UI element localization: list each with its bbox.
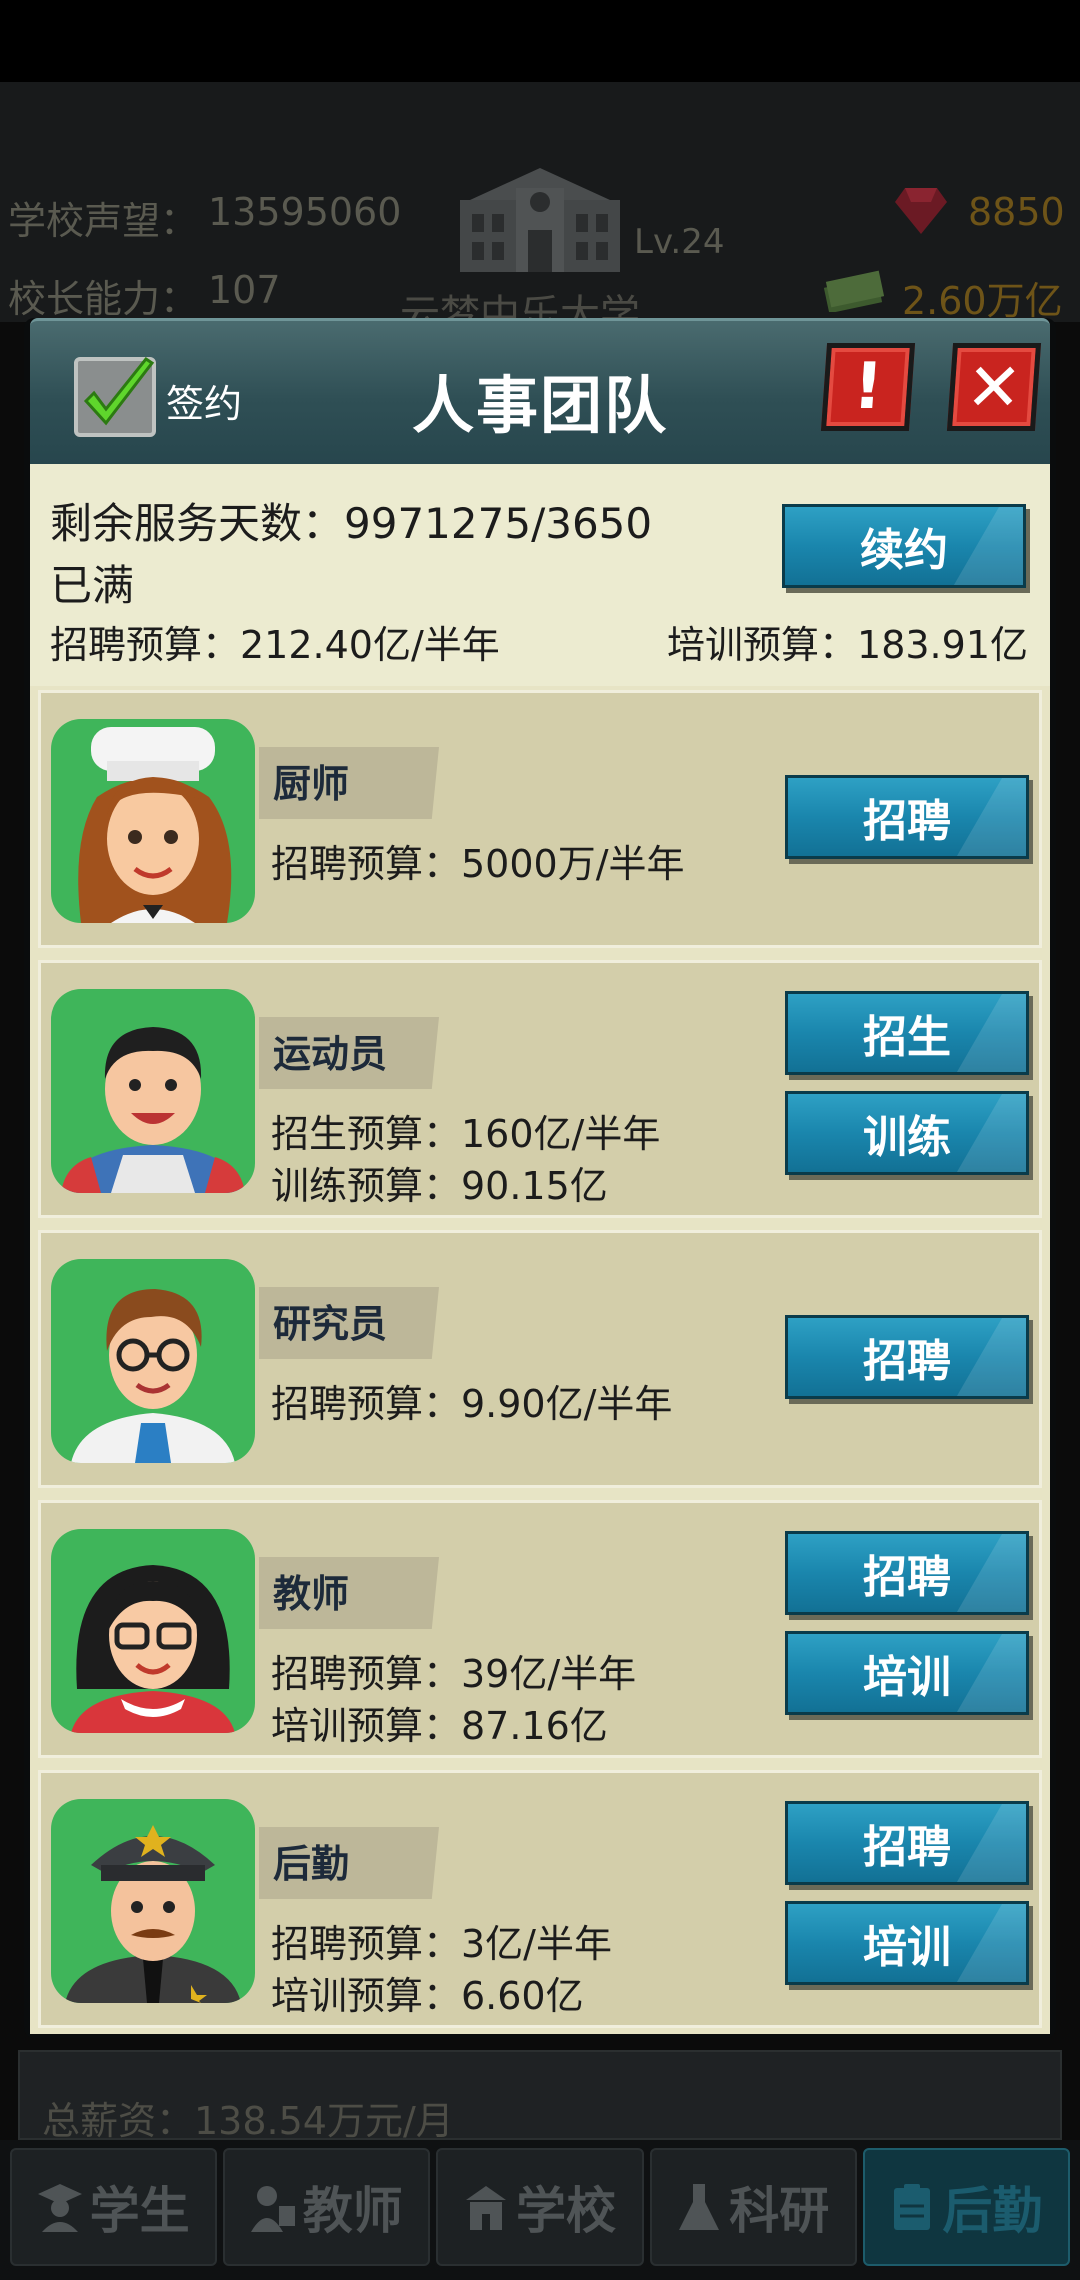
- info-button[interactable]: !: [820, 343, 916, 431]
- reputation-label: 学校声望：: [8, 199, 199, 243]
- researcher-recruit-button[interactable]: 招聘: [785, 1315, 1029, 1399]
- role-budget-line1: 招聘预算：3亿/半年: [271, 1922, 612, 1966]
- remaining-days-label: 剩余服务天数：: [50, 499, 345, 548]
- nav-tab-label: 学生: [89, 2182, 190, 2240]
- service-summary: 剩余服务天数：9971275/3650 已满 续约 招聘预算：212.40亿/半…: [30, 464, 1050, 686]
- close-icon: ✕: [963, 348, 1025, 426]
- close-button[interactable]: ✕: [946, 343, 1042, 431]
- nav-tab-teacher[interactable]: 教师: [223, 2148, 431, 2266]
- nav-tab-label: 科研: [729, 2182, 830, 2240]
- dialog-header: 签约 人事团队 ! ✕: [30, 318, 1050, 464]
- nav-tab-label: 教师: [302, 2182, 403, 2240]
- chef-avatar: [51, 719, 255, 923]
- role-budget-line1: 招生预算：160亿/半年: [271, 1112, 661, 1156]
- gem-icon: [895, 188, 947, 234]
- logistics-train-button[interactable]: 培训: [785, 1901, 1029, 1985]
- money-count: 2.60万亿: [902, 279, 1063, 323]
- logistics-avatar: [51, 1799, 255, 2003]
- status-bar: [0, 0, 1080, 82]
- researcher-avatar: [51, 1259, 255, 1463]
- service-status: 已满: [50, 561, 135, 610]
- salary-panel: 总薪资：138.54万元/月: [18, 2050, 1062, 2143]
- role-name: 研究员: [273, 1302, 388, 1346]
- role-budget-line1: 招聘预算：5000万/半年: [271, 842, 685, 886]
- teacher-avatar: [51, 1529, 255, 1733]
- teacher-portrait-icon: [71, 1565, 235, 1733]
- athlete-portrait-icon: [61, 1027, 245, 1193]
- total-training-budget: 培训预算：183.91亿: [667, 623, 1028, 667]
- chef-recruit-button[interactable]: 招聘: [785, 775, 1029, 859]
- guard-portrait-icon: [65, 1825, 241, 2003]
- athlete-avatar: [51, 989, 255, 1193]
- exclamation-icon: !: [850, 350, 886, 424]
- ability-label: 校长能力：: [8, 277, 199, 321]
- total-recruit-budget: 招聘预算：212.40亿/半年: [50, 623, 500, 667]
- nav-tab-label: 后勤: [942, 2182, 1043, 2240]
- role-name: 厨师: [273, 762, 350, 806]
- money-icon: [823, 270, 884, 312]
- school-level: Lv.24: [634, 222, 725, 262]
- clipboard-icon: [894, 2184, 931, 2230]
- student-icon: [37, 2184, 82, 2232]
- role-card-teacher: 教师 招聘预算：39亿/半年 培训预算：87.16亿 招聘 培训: [38, 1500, 1042, 1758]
- teacher-train-button[interactable]: 培训: [785, 1631, 1029, 1715]
- remaining-days: 剩余服务天数：9971275/3650: [50, 490, 652, 551]
- logistics-recruit-button[interactable]: 招聘: [785, 1801, 1029, 1885]
- athlete-enroll-button[interactable]: 招生: [785, 991, 1029, 1075]
- role-card-athlete: 运动员 招生预算：160亿/半年 训练预算：90.15亿 招生 训练: [38, 960, 1042, 1218]
- researcher-portrait-icon: [71, 1289, 235, 1463]
- nav-tab-student[interactable]: 学生: [10, 2148, 218, 2266]
- ability-value: 107: [208, 268, 281, 312]
- teacher-recruit-button[interactable]: 招聘: [785, 1531, 1029, 1615]
- teacher-icon: [250, 2186, 295, 2232]
- athlete-train-button[interactable]: 训练: [785, 1091, 1029, 1175]
- role-card-chef: 厨师 招聘预算：5000万/半年 招聘: [38, 690, 1042, 948]
- salary-text: 总薪资：138.54万元/月: [42, 2099, 454, 2143]
- nav-tab-research[interactable]: 科研: [649, 2148, 857, 2266]
- role-card-researcher: 研究员 招聘预算：9.90亿/半年 招聘: [38, 1230, 1042, 1488]
- remaining-days-value: 9971275/3650: [344, 499, 653, 548]
- role-budget-line1: 招聘预算：39亿/半年: [271, 1652, 637, 1696]
- bottom-nav: 学生 教师 学校 科研 后勤: [0, 2140, 1080, 2280]
- nav-tab-logistics[interactable]: 后勤: [862, 2148, 1071, 2266]
- dialog-body: 剩余服务天数：9971275/3650 已满 续约 招聘预算：212.40亿/半…: [30, 464, 1050, 2034]
- role-budget-line2: 培训预算：6.60亿: [271, 1974, 584, 2018]
- role-card-logistics: 后勤 招聘预算：3亿/半年 培训预算：6.60亿 招聘 培训: [38, 1770, 1042, 2028]
- role-name: 运动员: [273, 1032, 388, 1076]
- role-name: 后勤: [273, 1842, 350, 1886]
- nav-tab-school[interactable]: 学校: [436, 2148, 644, 2266]
- school-building-icon: [460, 168, 620, 272]
- nav-tab-label: 学校: [516, 2182, 616, 2240]
- role-name: 教师: [273, 1572, 350, 1616]
- flask-icon: [679, 2184, 720, 2230]
- role-budget-line1: 招聘预算：9.90亿/半年: [271, 1382, 673, 1426]
- role-budget-line2: 培训预算：87.16亿: [271, 1704, 608, 1748]
- chef-portrait-icon: [78, 727, 232, 923]
- gem-count: 8850: [968, 190, 1065, 234]
- school-icon: [466, 2186, 506, 2230]
- renew-button[interactable]: 续约: [782, 504, 1026, 588]
- reputation-value: 13595060: [208, 190, 402, 234]
- personnel-dialog: 签约 人事团队 ! ✕ 剩余服务天数：9971275/3650 已满 续约 招聘…: [24, 318, 1056, 2038]
- role-budget-line2: 训练预算：90.15亿: [271, 1164, 608, 1208]
